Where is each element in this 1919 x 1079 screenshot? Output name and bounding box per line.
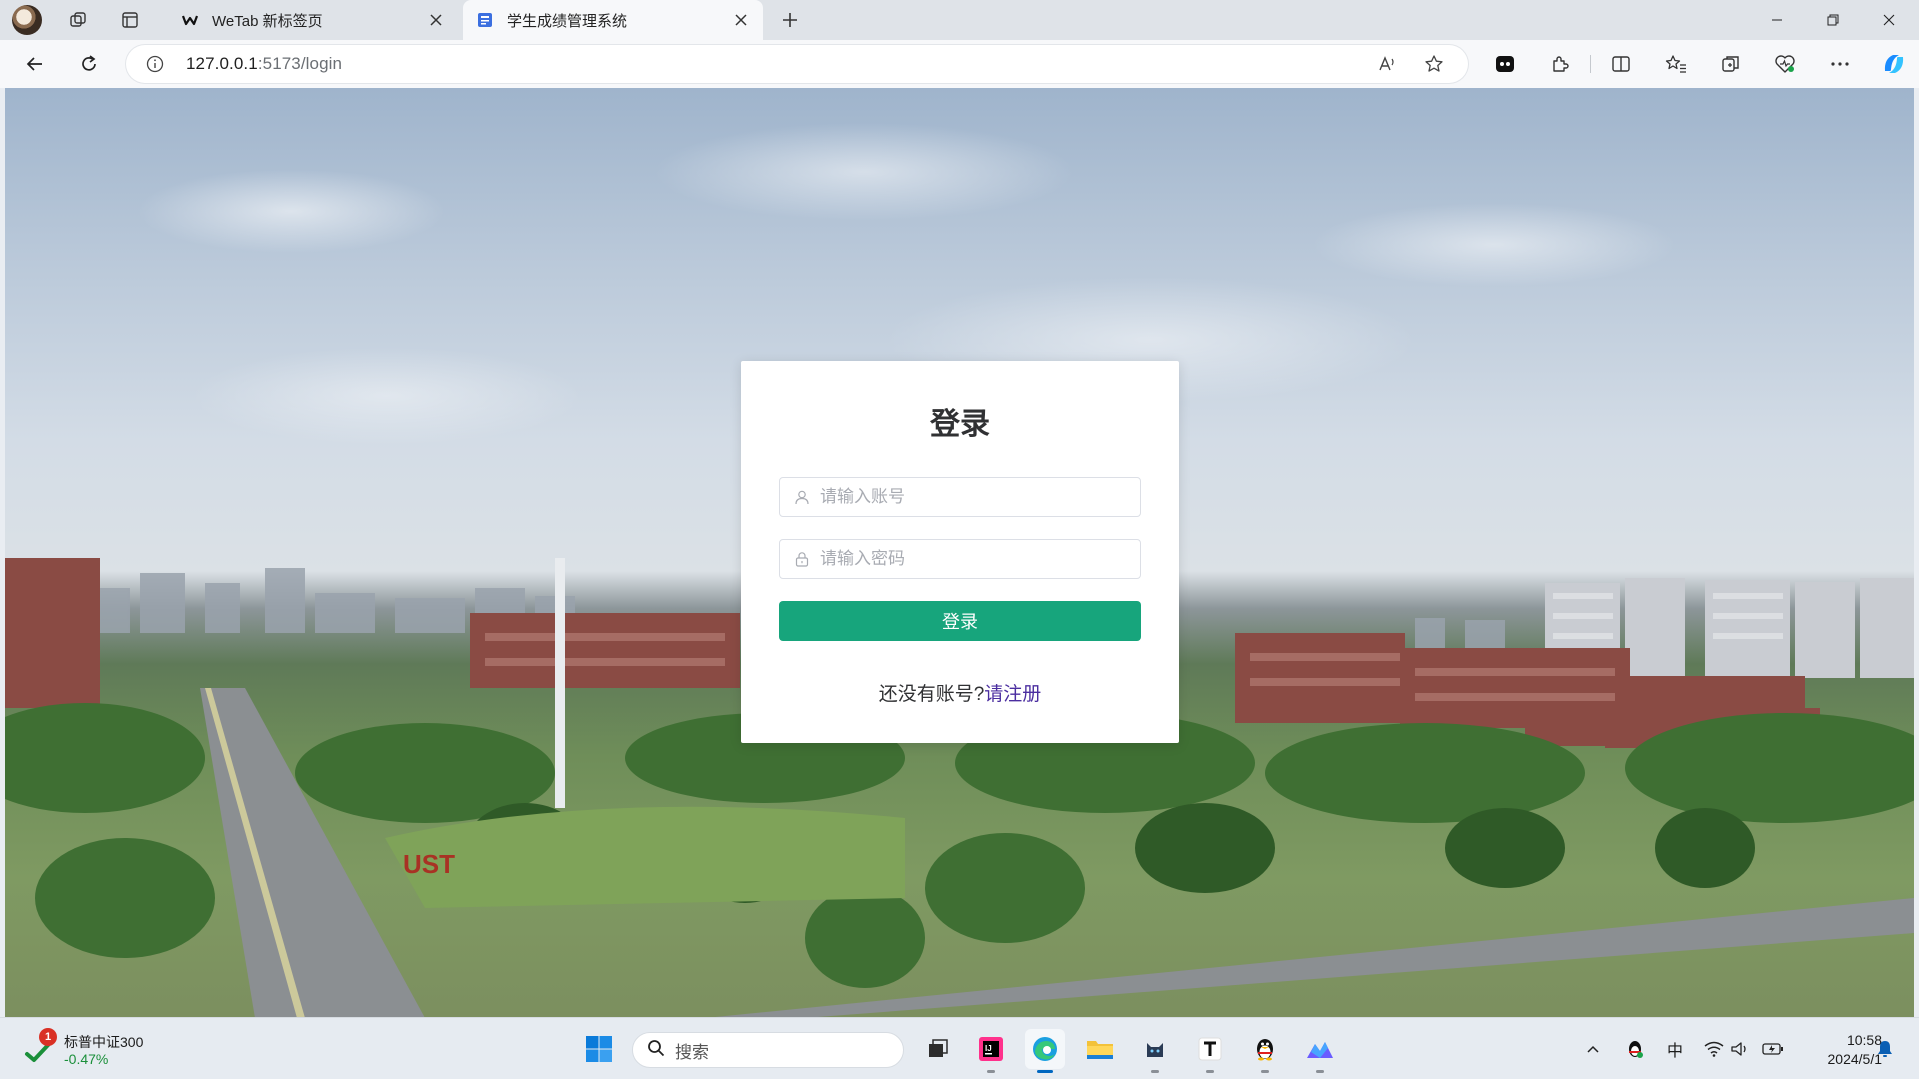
register-line: 还没有账号?请注册 — [741, 679, 1179, 706]
stock-widget[interactable]: 1 标普中证300 -0.47% — [24, 1028, 164, 1070]
profile-avatar[interactable] — [12, 5, 42, 35]
cat-app-icon[interactable] — [1135, 1029, 1175, 1073]
clock-date: 2024/5/1 — [1827, 1051, 1883, 1067]
tab-wetab[interactable]: WeTab 新标签页 — [168, 0, 464, 40]
account-field[interactable] — [779, 477, 1141, 517]
lock-icon — [794, 551, 810, 567]
close-window-button[interactable] — [1861, 0, 1917, 40]
clock-time: 10:58 — [1846, 1032, 1882, 1048]
running-indicator — [1151, 1070, 1159, 1073]
password-field[interactable] — [779, 539, 1141, 579]
battery-charging-icon[interactable] — [1762, 1038, 1784, 1060]
document-icon — [477, 12, 493, 28]
task-view-icon[interactable] — [918, 1029, 958, 1069]
collections-icon[interactable] — [1714, 48, 1748, 80]
url-text: 127.0.0.1:5173/login — [186, 54, 342, 74]
register-prompt: 还没有账号? — [878, 684, 985, 705]
system-clock[interactable]: 10:58 2024/5/1 — [1800, 1031, 1883, 1069]
input-method-indicator[interactable]: 中 — [1664, 1038, 1686, 1060]
workspaces-icon[interactable] — [62, 4, 94, 36]
split-screen-icon[interactable] — [1604, 48, 1638, 80]
extensions-puzzle-icon[interactable] — [1543, 48, 1577, 80]
svg-text:UST: UST — [403, 849, 455, 879]
typora-icon[interactable] — [1190, 1029, 1230, 1073]
stock-change: -0.47% — [64, 1051, 109, 1067]
tab-student-grade-system[interactable]: 学生成绩管理系统 — [463, 0, 763, 40]
favorite-star-icon[interactable] — [1420, 51, 1448, 77]
url-host: 127.0.0.1 — [186, 54, 258, 73]
favorites-icon[interactable] — [1659, 48, 1693, 80]
wifi-icon[interactable] — [1703, 1038, 1725, 1060]
running-indicator — [987, 1070, 995, 1073]
stock-name: 标普中证300 — [64, 1034, 144, 1050]
file-explorer-icon[interactable] — [1080, 1029, 1120, 1069]
login-card: 登录 登录 还没有账号?请注册 — [741, 361, 1179, 743]
edge-browser-icon[interactable] — [1025, 1029, 1065, 1073]
user-icon — [794, 489, 810, 505]
browser-essentials-icon[interactable] — [1768, 48, 1802, 80]
qq-penguin-icon[interactable] — [1245, 1029, 1285, 1073]
vertical-tabs-icon[interactable] — [114, 4, 146, 36]
running-indicator — [1316, 1070, 1324, 1073]
refresh-button[interactable] — [72, 48, 106, 80]
minimize-window-button[interactable] — [1749, 0, 1805, 40]
more-options-icon[interactable] — [1823, 48, 1857, 80]
intellij-idea-icon[interactable]: IJ — [971, 1029, 1011, 1073]
login-title: 登录 — [930, 408, 990, 441]
close-tab-icon[interactable] — [733, 12, 749, 28]
url-path: :5173/login — [257, 54, 343, 73]
toolbar-divider — [1590, 55, 1591, 73]
wetab-logo-icon — [181, 12, 199, 28]
speaker-volume-icon[interactable] — [1729, 1038, 1751, 1060]
restore-window-button[interactable] — [1805, 0, 1861, 40]
copilot-icon[interactable] — [1877, 48, 1911, 80]
new-tab-button[interactable] — [774, 4, 806, 36]
start-button[interactable] — [582, 1032, 616, 1066]
notification-bell-icon[interactable] — [1874, 1038, 1896, 1060]
tab-title: 学生成绩管理系统 — [507, 12, 628, 30]
svg-text:IJ: IJ — [985, 1044, 992, 1053]
login-button[interactable]: 登录 — [779, 601, 1141, 641]
extension-icon[interactable] — [1488, 48, 1522, 80]
account-input[interactable] — [820, 487, 1140, 507]
running-indicator — [1261, 1070, 1269, 1073]
mountain-app-icon[interactable] — [1300, 1029, 1340, 1073]
register-link[interactable]: 请注册 — [984, 684, 1041, 705]
show-hidden-icons-chevron-up-icon[interactable] — [1582, 1038, 1604, 1060]
address-bar[interactable]: 127.0.0.1:5173/login — [126, 45, 1468, 83]
password-input[interactable] — [820, 549, 1140, 569]
page-viewport: UST 登录 登录 还没有账号?请注册 — [5, 88, 1914, 1017]
site-info-icon[interactable] — [146, 55, 164, 78]
close-tab-icon[interactable] — [428, 12, 444, 28]
windows-taskbar: 1 标普中证300 -0.47% 搜索 IJ 中 10:58 2024/5/1 — [0, 1017, 1919, 1079]
notification-badge: 1 — [39, 1028, 57, 1046]
browser-toolbar: 127.0.0.1:5173/login — [0, 40, 1919, 88]
search-icon — [647, 1039, 665, 1062]
back-button[interactable] — [18, 48, 52, 80]
qq-tray-icon[interactable] — [1624, 1038, 1646, 1060]
taskbar-search[interactable]: 搜索 — [632, 1032, 904, 1068]
browser-tab-strip: WeTab 新标签页 学生成绩管理系统 — [0, 0, 1919, 40]
read-aloud-icon[interactable] — [1374, 51, 1402, 77]
tab-title: WeTab 新标签页 — [212, 12, 323, 30]
running-indicator — [1206, 1070, 1214, 1073]
search-label: 搜索 — [675, 1042, 709, 1062]
running-indicator — [1037, 1070, 1053, 1073]
